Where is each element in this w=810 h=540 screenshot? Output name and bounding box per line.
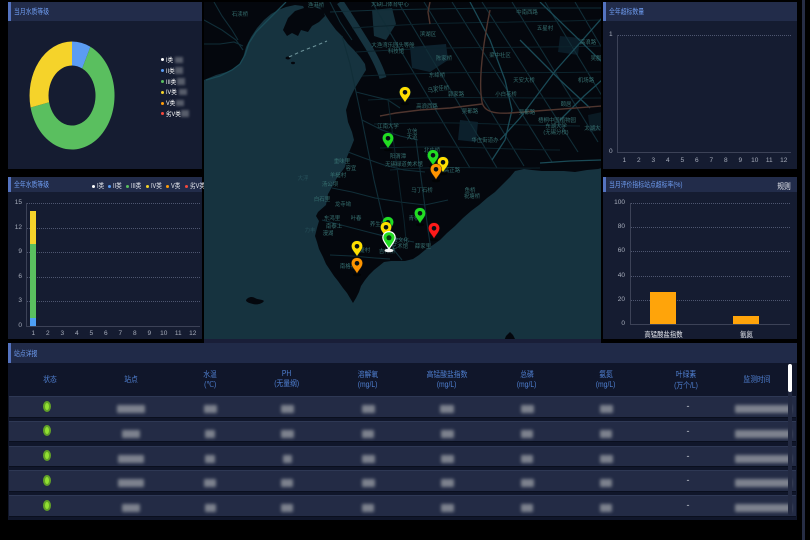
svg-text:漫湖: 漫湖 <box>323 229 334 237</box>
svg-text:无锡绿道美术馆: 无锡绿道美术馆 <box>385 160 423 168</box>
svg-text:容宜: 容宜 <box>346 164 357 172</box>
svg-text:渔港桥: 渔港桥 <box>308 2 325 9</box>
svg-text:汤公坝: 汤公坝 <box>322 180 339 188</box>
svg-text:石渎桥: 石渎桥 <box>232 10 249 18</box>
svg-text:乌水: 乌水 <box>428 86 439 94</box>
svg-text:华庄街道办: 华庄街道办 <box>472 136 500 144</box>
svg-text:太湖大道: 太湖大道 <box>584 124 601 132</box>
svg-text:东绛桥: 东绛桥 <box>429 71 446 79</box>
svg-text:大渔湾乐园头等舱: 大渔湾乐园头等舱 <box>371 41 415 49</box>
svg-text:小白花桥: 小白花桥 <box>495 90 517 98</box>
svg-text:马丁石桥: 马丁石桥 <box>411 186 433 194</box>
svg-text:大浮: 大浮 <box>298 174 309 182</box>
svg-text:东鸿里: 东鸿里 <box>324 214 341 222</box>
svg-text:鱼桥: 鱼桥 <box>465 186 476 194</box>
svg-text:颐居: 颐居 <box>561 101 572 108</box>
svg-text:梧桐中国植物园: 梧桐中国植物园 <box>538 116 576 124</box>
svg-text:滨湖区: 滨湖区 <box>420 30 437 38</box>
svg-text:吴都路: 吴都路 <box>519 108 536 116</box>
svg-text:机场路: 机场路 <box>578 76 595 84</box>
svg-text:立信: 立信 <box>407 127 418 135</box>
svg-text:五星村: 五星村 <box>537 24 554 32</box>
svg-text:龙寺坳: 龙寺坳 <box>335 200 352 208</box>
svg-text:科技馆: 科技馆 <box>388 47 405 55</box>
svg-text:陈家桥: 陈家桥 <box>436 54 453 62</box>
svg-text:吴郡: 吴郡 <box>591 54 601 62</box>
svg-text:东湖大学: 东湖大学 <box>545 122 567 130</box>
svg-text:羊槌村: 羊槌村 <box>330 171 347 179</box>
svg-text:吴都路: 吴都路 <box>462 107 479 115</box>
svg-text:天安大桥: 天安大桥 <box>513 76 535 84</box>
svg-text:阳渭潭: 阳渭潭 <box>390 152 407 160</box>
svg-text:叶春: 叶春 <box>351 214 362 222</box>
svg-text:大缺口体育中心: 大缺口体育中心 <box>371 2 409 8</box>
svg-text:南泰上: 南泰上 <box>326 222 343 230</box>
svg-text:高浪路: 高浪路 <box>580 38 597 46</box>
svg-text:力丰: 力丰 <box>305 226 316 234</box>
svg-text:梁中社区: 梁中社区 <box>489 51 511 59</box>
svg-text:大道: 大道 <box>407 133 418 141</box>
svg-text:(无锡分校): (无锡分校) <box>543 128 568 136</box>
svg-text:薛家里: 薛家里 <box>415 242 432 250</box>
svg-text:中南西路: 中南西路 <box>516 8 538 16</box>
svg-text:白石里: 白石里 <box>314 195 331 203</box>
svg-text:郭家路: 郭家路 <box>448 90 465 98</box>
svg-text:高浪西路: 高浪西路 <box>416 102 438 110</box>
svg-text:江南大学: 江南大学 <box>377 122 399 130</box>
svg-text:祝塘桥: 祝塘桥 <box>464 192 481 200</box>
svg-text:重味里: 重味里 <box>334 157 351 165</box>
